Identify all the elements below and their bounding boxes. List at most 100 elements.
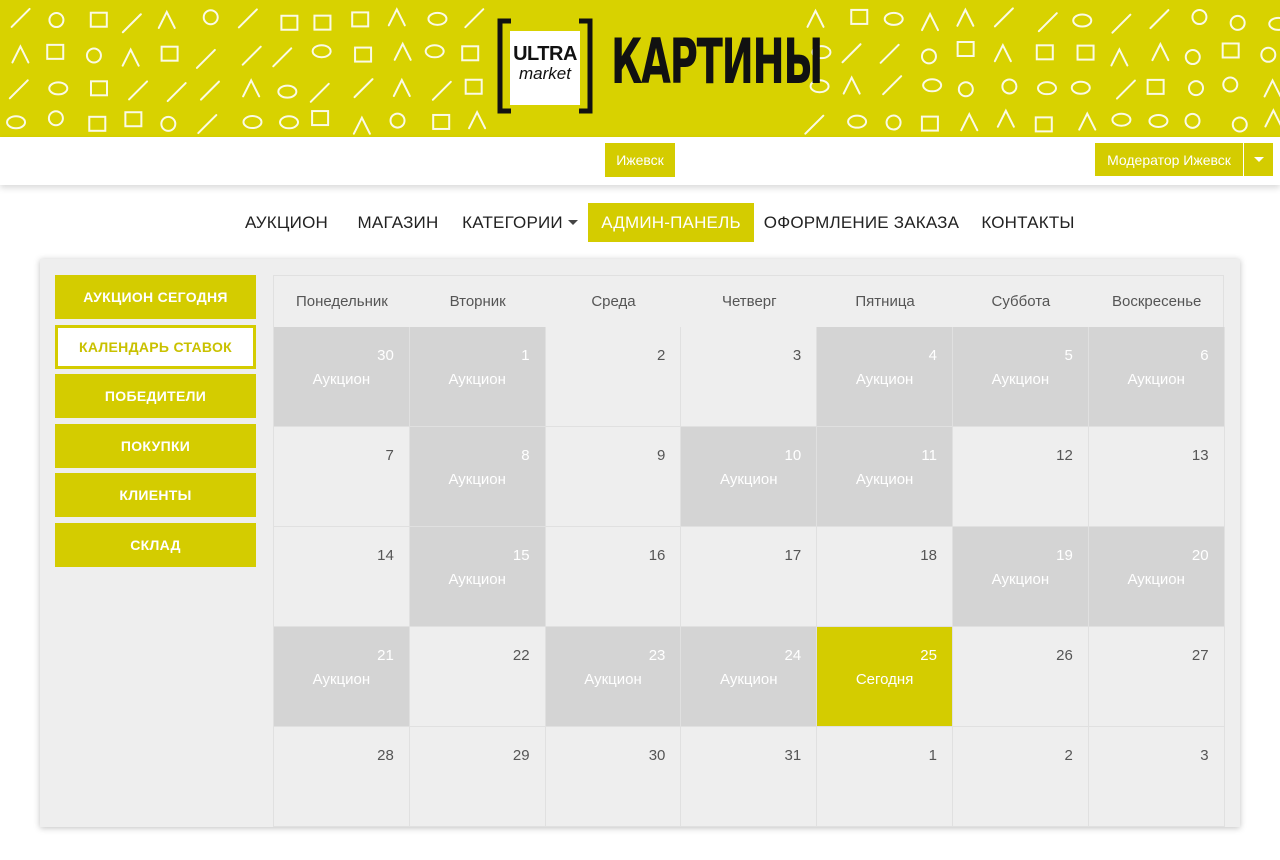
user-button[interactable]: Модератор Ижевск	[1095, 143, 1243, 176]
calendar-day[interactable]: 16	[545, 527, 682, 627]
calendar-day[interactable]: 3	[681, 327, 818, 427]
day-number: 8	[521, 447, 530, 464]
day-number: 15	[512, 547, 530, 564]
day-number: 30	[377, 347, 394, 364]
day-number: 25	[920, 647, 937, 664]
auction-label: Аукцион	[584, 671, 642, 688]
day-number: 17	[784, 547, 802, 564]
caret-down-icon	[1253, 157, 1264, 162]
calendar-day[interactable]: 10 Аукцион	[681, 427, 818, 527]
nav-categories[interactable]: КАТЕГОРИИ	[455, 203, 585, 242]
weekday-header-friday: Пятница	[855, 293, 915, 310]
calendar-day[interactable]: 2	[545, 327, 682, 427]
nav-auction[interactable]: АУКЦИОН	[232, 203, 341, 242]
calendar-day[interactable]: 30	[545, 727, 682, 827]
sidebar-item-winners[interactable]: ПОБЕДИТЕЛИ	[55, 374, 256, 418]
user-menu-toggle[interactable]	[1244, 143, 1273, 176]
day-number: 23	[648, 647, 666, 664]
calendar-day[interactable]: 12	[953, 427, 1089, 527]
calendar-day[interactable]: 9	[545, 427, 682, 527]
calendar-day[interactable]: 13	[1088, 427, 1225, 527]
auction-label: Аукцион	[448, 571, 506, 588]
day-number: 21	[377, 647, 394, 664]
day-number: 2	[1064, 747, 1073, 764]
weekday-header-saturday: Суббота	[991, 293, 1051, 310]
site-title: КАРТИНЫ	[611, 25, 823, 98]
nav-label: АДМИН-ПАНЕЛЬ	[601, 212, 741, 232]
calendar-day[interactable]: 31	[681, 727, 818, 827]
auction-label: Аукцион	[312, 671, 371, 688]
calendar-day[interactable]: 5 Аукцион	[953, 327, 1089, 427]
sidebar-item-clients[interactable]: КЛИЕНТЫ	[55, 473, 256, 517]
day-number: 20	[1191, 547, 1209, 564]
calendar-day[interactable]: 11 Аукцион	[817, 427, 953, 527]
calendar-day[interactable]: 26	[953, 627, 1089, 727]
auction-label: Аукцион	[855, 471, 914, 488]
day-number: 13	[1191, 447, 1209, 464]
calendar-day[interactable]: 20 Аукцион	[1088, 527, 1225, 627]
day-number: 29	[512, 747, 530, 764]
sidebar-item-purchases[interactable]: ПОКУПКИ	[55, 424, 256, 468]
auction-label: Аукцион	[448, 471, 506, 488]
calendar-day[interactable]: 19 Аукцион	[953, 527, 1089, 627]
day-number: 19	[1056, 547, 1073, 564]
calendar-day[interactable]: 25 Сегодня	[817, 627, 953, 727]
calendar-day[interactable]: 28	[274, 727, 410, 827]
site-logo[interactable]: ULTRA market	[497, 18, 593, 114]
calendar-day[interactable]: 1 Аукцион	[409, 327, 546, 427]
logo-ultra: ULTRA	[513, 43, 577, 65]
auction-label: Аукцион	[720, 471, 778, 488]
calendar-day[interactable]: 22	[409, 627, 546, 727]
day-number: 30	[648, 747, 666, 764]
day-number: 18	[920, 547, 937, 564]
day-number: 3	[1200, 747, 1209, 764]
day-number: 1	[521, 347, 530, 364]
day-number: 11	[921, 447, 937, 464]
sidebar-item-auction-today[interactable]: АУКЦИОН СЕГОДНЯ	[55, 275, 256, 319]
auction-label: Аукцион	[1127, 571, 1185, 588]
calendar-day[interactable]: 4 Аукцион	[817, 327, 953, 427]
nav-label: КАТЕГОРИИ	[462, 212, 563, 232]
nav-admin-panel[interactable]: АДМИН-ПАНЕЛЬ	[588, 203, 754, 242]
auction-label: Аукцион	[991, 571, 1050, 588]
sidebar-item-warehouse[interactable]: СКЛАД	[55, 523, 256, 567]
calendar-day[interactable]: 1	[817, 727, 953, 827]
nav-checkout[interactable]: ОФОРМЛЕНИЕ ЗАКАЗА	[756, 203, 967, 242]
logo-market: market	[519, 64, 571, 83]
day-number: 24	[784, 647, 802, 664]
calendar-day[interactable]: 15 Аукцион	[409, 527, 546, 627]
day-number: 10	[784, 447, 802, 464]
calendar-day[interactable]: 3	[1088, 727, 1225, 827]
calendar-day[interactable]: 17	[681, 527, 818, 627]
calendar-day[interactable]: 24 Аукцион	[681, 627, 818, 727]
calendar-day[interactable]: 2	[953, 727, 1089, 827]
day-number: 1	[928, 747, 937, 764]
header-banner: ULTRA market КАРТИНЫ	[0, 0, 1280, 137]
calendar-day[interactable]: 30 Аукцион	[274, 327, 410, 427]
auction-label: Аукцион	[720, 671, 778, 688]
today-label: Сегодня	[855, 671, 914, 688]
nav-label: МАГАЗИН	[357, 212, 439, 232]
bid-calendar: Понедельник Вторник Среда Четверг Пятница Суб…	[273, 275, 1225, 827]
calendar-day[interactable]: 23 Аукцион	[545, 627, 682, 727]
calendar-day[interactable]: 18	[817, 527, 953, 627]
calendar-day[interactable]: 29	[409, 727, 546, 827]
calendar-day[interactable]: 14	[274, 527, 410, 627]
sidebar-item-bid-calendar[interactable]: КАЛЕНДАРЬ СТАВОК	[55, 325, 256, 369]
calendar-day[interactable]: 8 Аукцион	[409, 427, 546, 527]
calendar-day[interactable]: 7	[274, 427, 410, 527]
day-number: 6	[1200, 347, 1209, 364]
calendar-day[interactable]: 21 Аукцион	[274, 627, 410, 727]
day-number: 4	[928, 347, 937, 364]
city-button[interactable]: Ижевск	[605, 143, 675, 177]
day-number: 14	[377, 547, 394, 564]
nav-shop[interactable]: МАГАЗИН	[343, 203, 453, 242]
auction-label: Аукцион	[312, 371, 371, 388]
day-number: 31	[784, 747, 802, 764]
nav-contacts[interactable]: КОНТАКТЫ	[969, 203, 1087, 242]
calendar-day[interactable]: 27	[1088, 627, 1225, 727]
caret-down-icon	[567, 220, 578, 225]
weekday-header-wednesday: Среда	[591, 293, 636, 310]
nav-label: АУКЦИОН	[245, 212, 328, 232]
calendar-day[interactable]: 6 Аукцион	[1088, 327, 1225, 427]
